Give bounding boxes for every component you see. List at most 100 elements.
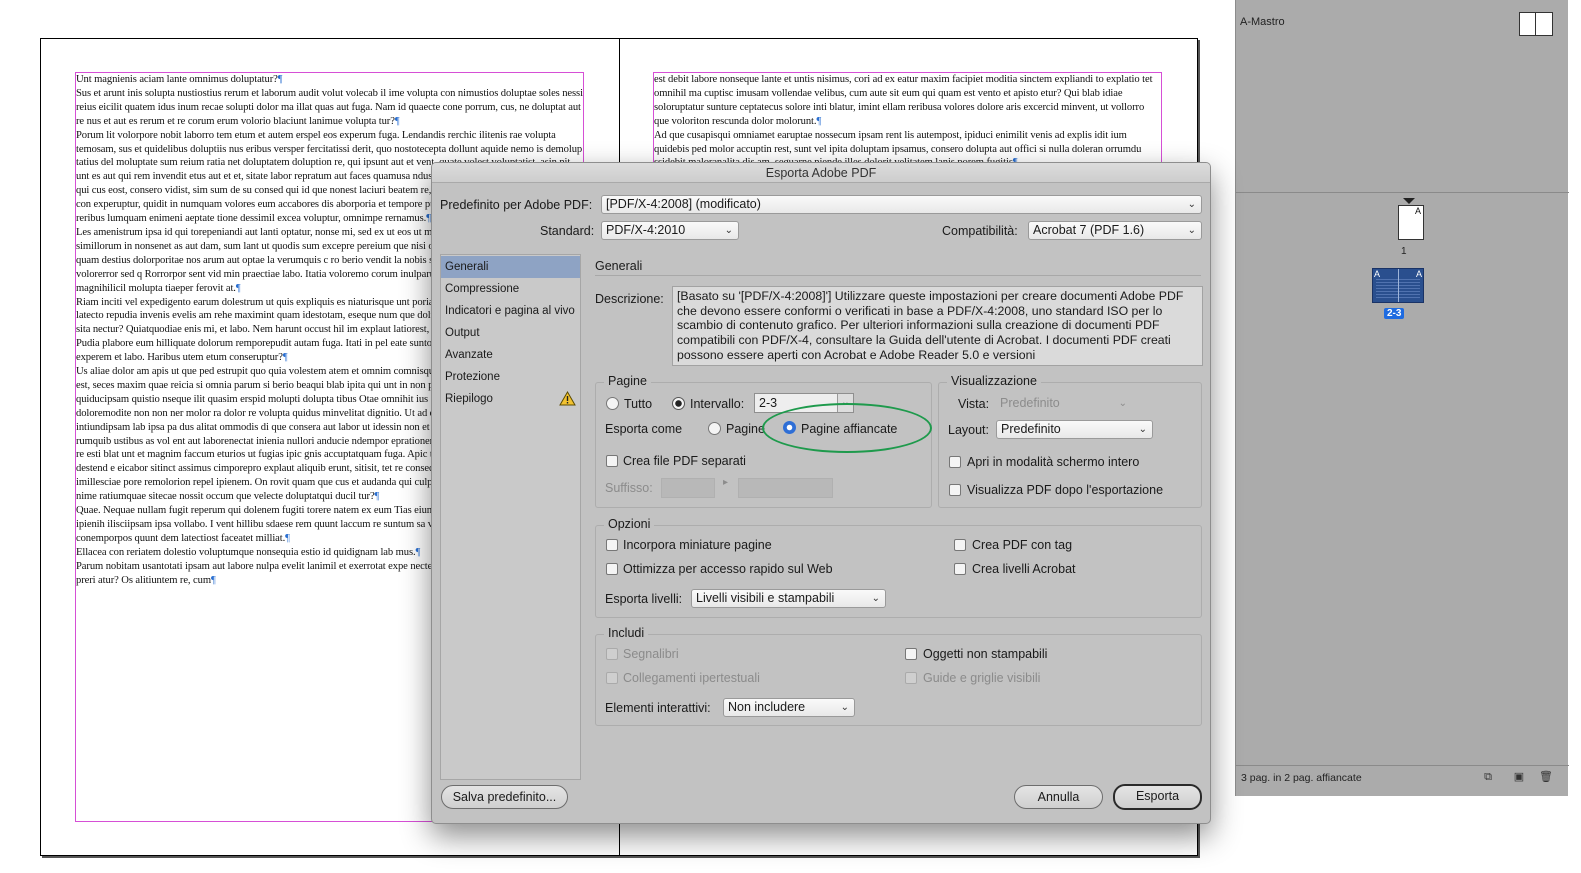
layout-label: Layout: <box>948 423 990 437</box>
chevron-down-icon: ⌄ <box>724 225 733 236</box>
master-thumbnail[interactable] <box>1519 12 1553 36</box>
hyperlinks-checkbox[interactable] <box>606 672 618 684</box>
pilcrow-icon: ¶ <box>374 491 380 503</box>
guides-grids-checkbox[interactable] <box>905 672 917 684</box>
chevron-down-icon: ⌄ <box>1118 398 1127 409</box>
spread-right-master-letter: A <box>1415 269 1422 279</box>
section-divider <box>595 275 1201 276</box>
chevron-down-icon: ⌄ <box>840 702 849 713</box>
interactive-elements-select[interactable]: Non includere ⌄ <box>723 698 855 717</box>
chevron-down-icon: ⌄ <box>1187 199 1196 210</box>
new-page-icon[interactable]: ▣ <box>1513 771 1525 783</box>
trash-icon[interactable]: 🗑 <box>1539 771 1553 783</box>
cancel-button[interactable]: Annulla <box>1014 785 1103 809</box>
hyperlinks-label: Collegamenti ipertestuali <box>623 671 760 685</box>
range-radio[interactable] <box>672 397 685 410</box>
pilcrow-icon: ¶ <box>235 282 241 294</box>
view-value: Predefinito <box>1000 396 1060 410</box>
master-label[interactable]: A-Mastro <box>1240 16 1285 28</box>
pilcrow-icon: ¶ <box>277 74 283 85</box>
export-layers-select[interactable]: Livelli visibili e stampabili ⌄ <box>691 589 886 608</box>
chevron-down-icon: ⌄ <box>871 593 880 604</box>
annotation-ellipse <box>762 403 932 453</box>
preset-select[interactable]: [PDF/X-4:2008] (modificato) ⌄ <box>601 195 1202 214</box>
compat-value: Acrobat 7 (PDF 1.6) <box>1033 223 1145 237</box>
all-pages-radio[interactable] <box>606 397 619 410</box>
dialog-sidebar: Generali Compressione Indicatori e pagin… <box>440 254 581 780</box>
fullscreen-label: Apri in modalità schermo intero <box>967 455 1140 469</box>
pages-panel-footer: 3 pag. in 2 pag. affiancate ⧉ ▣ 🗑 <box>1236 765 1569 789</box>
sidebar-item-compressione[interactable]: Compressione <box>441 278 580 300</box>
suffix-label: Suffisso: <box>605 481 653 495</box>
pages-status: 3 pag. in 2 pag. affiancate <box>1241 772 1362 784</box>
page-1-master-letter: A <box>1414 206 1421 216</box>
spread-left-master-letter: A <box>1374 269 1381 279</box>
sidebar-item-riepilogo[interactable]: Riepilogo <box>441 388 580 410</box>
export-button[interactable]: Esporta <box>1113 784 1202 810</box>
sidebar-item-label: Generali <box>445 261 489 273</box>
sidebar-item-label: Output <box>445 327 480 339</box>
description-textarea[interactable]: [Basato su '[PDF/X-4:2008]'] Utilizzare … <box>672 286 1203 366</box>
pages-panel: A-Mastro A 1 A A 2-3 3 pag. in 2 pag. af… <box>1235 0 1569 796</box>
export-pages-radio[interactable] <box>708 422 721 435</box>
tagged-pdf-checkbox[interactable] <box>954 539 966 551</box>
page-1-thumbnail[interactable]: A <box>1398 205 1424 240</box>
acrobat-layers-checkbox[interactable] <box>954 563 966 575</box>
pilcrow-icon: ¶ <box>394 115 400 127</box>
all-pages-label: Tutto <box>624 397 653 411</box>
sidebar-item-label: Riepilogo <box>445 393 493 405</box>
thumbnails-checkbox[interactable] <box>606 539 618 551</box>
sidebar-item-avanzate[interactable]: Avanzate <box>441 344 580 366</box>
pilcrow-icon: ¶ <box>415 546 421 558</box>
page-1-number: 1 <box>1401 246 1407 257</box>
suffix-input[interactable] <box>661 478 715 498</box>
view-group-title: Visualizzazione <box>947 374 1041 388</box>
optimize-web-checkbox[interactable] <box>606 563 618 575</box>
separate-pdf-label: Crea file PDF separati <box>623 454 746 468</box>
bookmarks-checkbox[interactable] <box>606 648 618 660</box>
description-label: Descrizione: <box>595 292 664 306</box>
sidebar-item-output[interactable]: Output <box>441 322 580 344</box>
page-size-icon[interactable]: ⧉ <box>1482 771 1494 783</box>
export-pdf-dialog: Esporta Adobe PDF Predefinito per Adobe … <box>431 162 1211 824</box>
include-group-title: Includi <box>604 626 649 640</box>
layout-value: Predefinito <box>1001 422 1061 436</box>
chevron-down-icon: ⌄ <box>1187 225 1196 236</box>
sidebar-item-protezione[interactable]: Protezione <box>441 366 580 388</box>
range-label: Intervallo: <box>690 397 745 411</box>
standard-select[interactable]: PDF/X-4:2010 ⌄ <box>601 221 739 240</box>
range-value: 2-3 <box>759 396 778 410</box>
guides-grids-label: Guide e griglie visibili <box>923 671 1041 685</box>
interactive-elements-label: Elementi interattivi: <box>605 701 711 715</box>
sidebar-item-generali[interactable]: Generali <box>441 256 580 278</box>
layout-select[interactable]: Predefinito ⌄ <box>996 420 1153 439</box>
pilcrow-icon: ¶ <box>816 115 822 127</box>
nonprinting-objects-label: Oggetti non stampabili <box>923 647 1048 661</box>
pages-group-title: Pagine <box>604 374 651 388</box>
view-label: Vista: <box>958 397 990 411</box>
compat-select[interactable]: Acrobat 7 (PDF 1.6) ⌄ <box>1028 221 1202 240</box>
nonprinting-objects-checkbox[interactable] <box>905 648 917 660</box>
interactive-elements-value: Non includere <box>728 700 806 714</box>
bookmarks-label: Segnalibri <box>623 647 679 661</box>
view-select[interactable]: Predefinito ⌄ <box>995 394 1133 413</box>
optimize-web-label: Ottimizza per accesso rapido sul Web <box>623 562 833 576</box>
spread-text-preview <box>1376 279 1420 299</box>
spread-2-3-thumbnail[interactable]: A A <box>1372 268 1424 303</box>
tagged-pdf-label: Crea PDF con tag <box>972 538 1073 552</box>
thumbnails-label: Incorpora miniature pagine <box>623 538 772 552</box>
save-preset-button[interactable]: Salva predefinito... <box>441 785 568 809</box>
options-group-title: Opzioni <box>604 517 655 531</box>
export-layers-value: Livelli visibili e stampabili <box>696 591 835 605</box>
start-page-marker-icon <box>1403 198 1415 204</box>
pilcrow-icon: ¶ <box>210 574 216 586</box>
view-after-export-checkbox[interactable] <box>949 484 961 496</box>
separate-pdf-checkbox[interactable] <box>606 455 618 467</box>
preset-label: Predefinito per Adobe PDF: <box>440 198 593 212</box>
fullscreen-checkbox[interactable] <box>949 456 961 468</box>
standard-value: PDF/X-4:2010 <box>606 223 686 237</box>
suffix-token-select[interactable] <box>738 478 833 498</box>
suffix-arrow-icon: ▸ <box>723 477 729 488</box>
sidebar-item-indicatori[interactable]: Indicatori e pagina al vivo <box>441 300 580 322</box>
export-as-label: Esporta come <box>605 422 683 436</box>
